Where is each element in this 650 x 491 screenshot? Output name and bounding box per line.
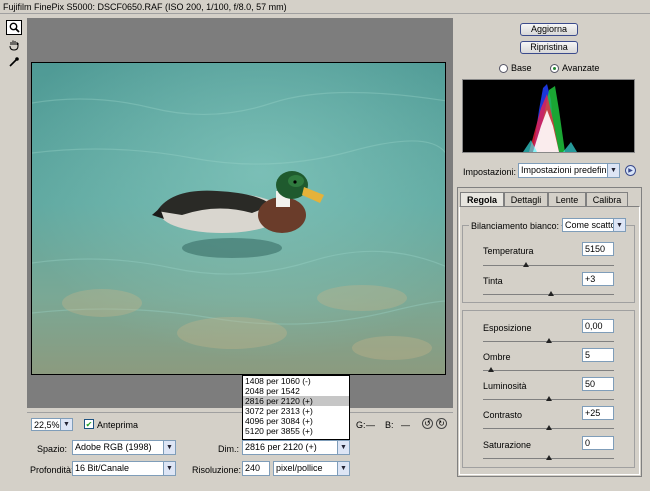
settings-menu-icon[interactable]: ▶	[625, 165, 636, 176]
b-label: B:	[385, 420, 394, 430]
resolution-field[interactable]: 240	[242, 461, 270, 476]
exposure-label: Esposizione	[483, 323, 532, 333]
size-option[interactable]: 5120 per 3855 (+)	[243, 426, 349, 436]
chevron-down-icon: ▼	[607, 164, 619, 177]
size-select[interactable]: 2816 per 2120 (+) ▼	[242, 440, 350, 455]
shadows-slider-thumb[interactable]	[487, 367, 494, 372]
contrast-label: Contrasto	[483, 410, 523, 420]
saturation-slider[interactable]	[483, 455, 614, 460]
size-option-selected[interactable]: 2816 per 2120 (+)	[243, 396, 349, 406]
resolution-unit-select[interactable]: pixel/pollice ▼	[273, 461, 350, 476]
exposure-field[interactable]: 0,00	[582, 319, 614, 333]
eyedropper-icon	[9, 56, 19, 67]
size-option[interactable]: 1408 per 1060 (-)	[243, 376, 349, 386]
chevron-down-icon: ▼	[337, 462, 349, 475]
exposure-slider[interactable]	[483, 338, 614, 343]
resolution-unit-value: pixel/pollice	[276, 463, 323, 473]
chevron-down-icon: ▼	[163, 462, 175, 475]
mode-basic-option[interactable]: Base	[499, 63, 532, 73]
tint-field[interactable]: +3	[582, 272, 614, 286]
saturation-slider-thumb[interactable]	[545, 455, 552, 460]
rotate-left-icon[interactable]: ↺	[422, 418, 433, 429]
exposure-slider-thumb[interactable]	[545, 338, 552, 343]
preview-photo[interactable]	[31, 62, 446, 375]
size-dropdown-list: 1408 per 1060 (-) 2048 per 1542 2816 per…	[242, 375, 350, 440]
tab-dettagli[interactable]: Dettagli	[504, 192, 548, 206]
space-value: Adobe RGB (1998)	[75, 442, 152, 452]
chevron-down-icon: ▼	[337, 441, 349, 454]
shadows-field[interactable]: 5	[582, 348, 614, 362]
chevron-down-icon: ▼	[163, 441, 175, 454]
tint-slider-thumb[interactable]	[548, 291, 555, 296]
brightness-slider-thumb[interactable]	[545, 396, 552, 401]
mode-advanced-label: Avanzate	[562, 63, 600, 73]
g-value: —	[366, 420, 375, 430]
space-select[interactable]: Adobe RGB (1998) ▼	[72, 440, 176, 455]
preview-checkbox[interactable]: ✔	[84, 419, 94, 429]
tab-calibra[interactable]: Calibra	[586, 192, 628, 206]
contrast-field[interactable]: +25	[582, 406, 614, 420]
hand-tool[interactable]	[6, 37, 22, 52]
size-option[interactable]: 4096 per 3084 (+)	[243, 416, 349, 426]
depth-value: 16 Bit/Canale	[75, 463, 130, 473]
temp-slider[interactable]	[483, 262, 614, 267]
size-value: 2816 per 2120 (+)	[245, 442, 317, 452]
mode-basic-label: Base	[511, 63, 532, 73]
chevron-down-icon: ▼	[613, 219, 625, 231]
b-value: —	[401, 420, 410, 430]
tab-regola[interactable]: Regola	[460, 192, 504, 206]
temp-slider-thumb[interactable]	[523, 262, 530, 267]
chevron-down-icon: ▼	[60, 419, 72, 430]
brightness-field[interactable]: 50	[582, 377, 614, 391]
white-balance-value: Come scatto	[565, 220, 616, 230]
mode-basic-radio[interactable]	[499, 63, 508, 73]
brightness-label: Luminosità	[483, 381, 527, 391]
white-balance-label: Bilanciamento bianco:	[469, 221, 562, 231]
zoom-tool[interactable]	[6, 20, 22, 35]
shadows-slider[interactable]	[483, 367, 614, 372]
tab-lente[interactable]: Lente	[548, 192, 586, 206]
histogram	[462, 79, 635, 153]
size-option[interactable]: 3072 per 2313 (+)	[243, 406, 349, 416]
tint-slider[interactable]	[483, 291, 614, 296]
settings-select-value: Impostazioni predefin	[521, 165, 607, 175]
update-button[interactable]: Aggiorna	[520, 23, 578, 36]
check-icon: ✔	[85, 419, 93, 429]
zoom-icon	[9, 22, 20, 33]
window-title: Fujifilm FinePix S5000: DSCF0650.RAF (IS…	[0, 0, 650, 14]
preview-label: Anteprima	[97, 420, 139, 430]
temp-field[interactable]: 5150	[582, 242, 614, 256]
resolution-label: Risoluzione:	[192, 465, 242, 475]
reset-button[interactable]: Ripristina	[520, 41, 578, 54]
duck-photo	[32, 63, 445, 374]
rotate-right-icon[interactable]: ↻	[436, 418, 447, 429]
space-label: Spazio:	[37, 444, 68, 454]
depth-label: Profondità:	[30, 465, 74, 475]
depth-select[interactable]: 16 Bit/Canale ▼	[72, 461, 176, 476]
tint-label: Tinta	[483, 276, 503, 286]
saturation-field[interactable]: 0	[582, 436, 614, 450]
saturation-label: Saturazione	[483, 440, 532, 450]
hand-icon	[9, 40, 19, 51]
zoom-value: 22,5%	[34, 420, 60, 430]
size-label: Dim.:	[218, 444, 239, 454]
contrast-slider[interactable]	[483, 425, 614, 430]
mode-advanced-option[interactable]: Avanzate	[550, 63, 599, 73]
mode-advanced-radio[interactable]	[550, 63, 559, 73]
shadows-label: Ombre	[483, 352, 511, 362]
eyedropper-tool[interactable]	[6, 54, 22, 69]
bottom-divider	[27, 412, 453, 413]
white-balance-select[interactable]: Come scatto ▼	[562, 218, 626, 232]
temp-label: Temperatura	[483, 246, 534, 256]
contrast-slider-thumb[interactable]	[545, 425, 552, 430]
toolbox	[6, 20, 26, 71]
brightness-slider[interactable]	[483, 396, 614, 401]
zoom-select[interactable]: 22,5% ▼	[31, 418, 73, 431]
size-option[interactable]: 2048 per 1542	[243, 386, 349, 396]
g-label: G:	[356, 420, 366, 430]
settings-label: Impostazioni:	[463, 167, 517, 177]
settings-select[interactable]: Impostazioni predefin ▼	[518, 163, 620, 178]
